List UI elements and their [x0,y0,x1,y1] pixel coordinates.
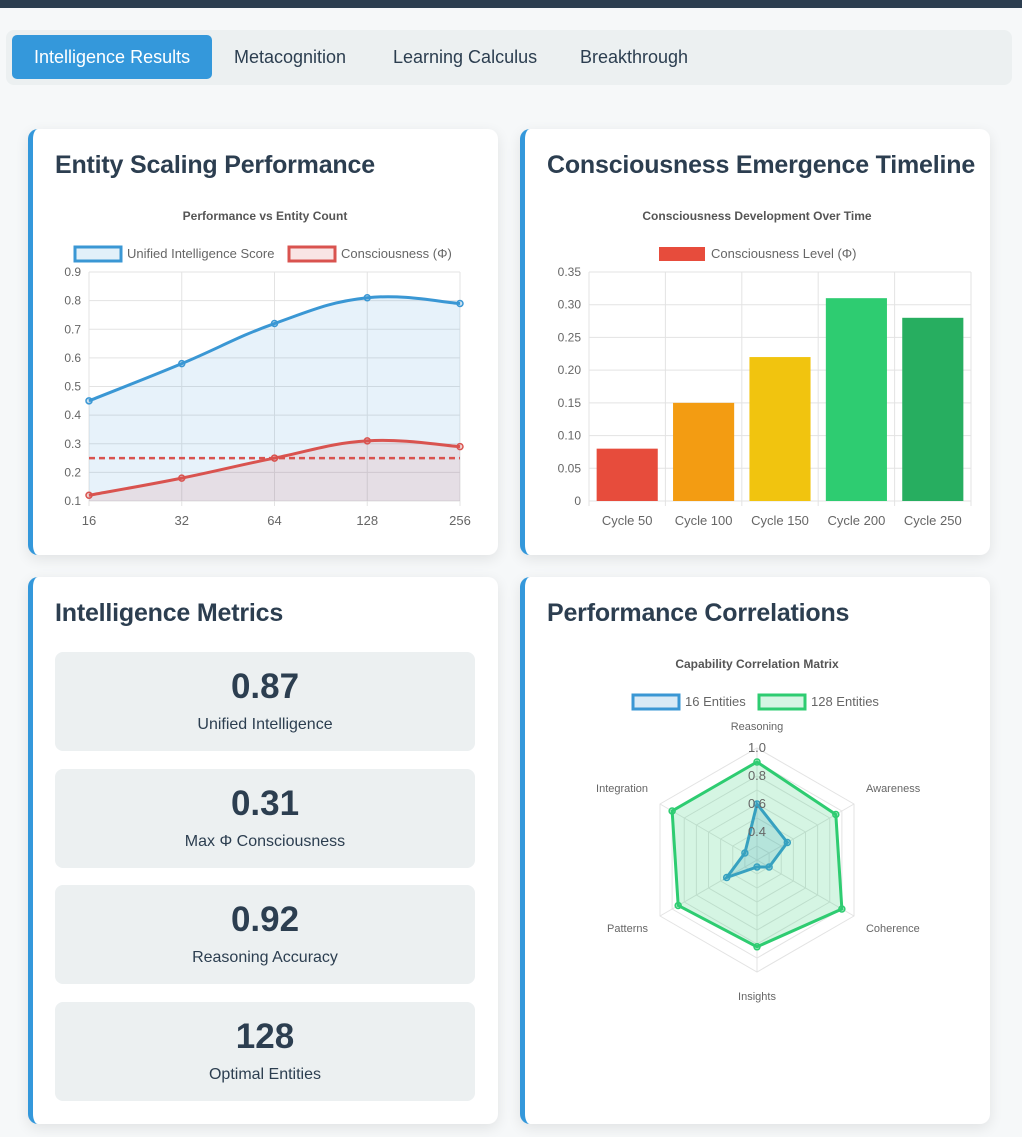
data-point [456,299,464,308]
axis-label: Integration [596,783,648,795]
radar-point [832,810,840,819]
y-tick-label: 0.05 [558,461,582,475]
tab-intelligence-results[interactable]: Intelligence Results [12,35,213,79]
metric-label: Optimal Entities [208,1066,322,1083]
legend-label: Unified Intelligence Score [127,246,274,261]
chart-title: Performance vs Entity Count [183,209,348,223]
r-tick-label: 0.6 [748,796,766,811]
y-tick-label: 0.35 [558,265,582,279]
data-point [363,437,371,445]
legend-label: Consciousness Level (Φ) [711,246,857,261]
y-tick-label: 0.6 [64,351,81,365]
x-tick-label: 32 [175,513,189,528]
r-tick-label: 0.8 [748,768,766,783]
bar [596,448,658,501]
r-tick-label: 0.4 [748,824,766,839]
bar [673,402,735,501]
y-tick-label: 0.4 [64,408,81,422]
legend-swatch [757,693,807,711]
data-point [178,359,186,368]
legend-swatch [73,245,123,263]
data-point [178,474,186,482]
data-point [85,491,93,500]
radar-point [753,943,761,951]
y-tick-label: 0.10 [558,429,582,443]
chart-title: Consciousness Development Over Time [642,209,872,223]
data-point [456,442,464,451]
x-tick-label: Cycle 50 [602,513,653,528]
data-point [270,319,279,328]
metric-label: Max Φ Consciousness [184,833,346,850]
metric-value: 0.87 [230,667,300,706]
radar-point [674,901,682,910]
x-tick-label: Cycle 200 [827,513,885,528]
legend-swatch [631,693,681,711]
tab-bar: Intelligence Results Metacognition Learn… [6,30,1012,85]
radar-chart: Capability Correlation Matrix 16 Entities… [596,657,921,1003]
metric-label: Unified Intelligence [197,716,333,733]
y-tick-label: 0.8 [64,294,81,308]
radar-point [668,807,676,815]
data-point [363,294,371,302]
data-point [85,397,93,405]
axis-label: Insights [738,991,776,1003]
x-tick-label: Cycle 250 [904,513,962,528]
legend-label: Consciousness (Φ) [341,246,452,261]
axis-label: Coherence [866,923,920,935]
top-bar [0,0,1022,8]
metric-label: Reasoning Accuracy [192,949,338,966]
metric-unified-intelligence: 0.87 Unified Intelligence [55,652,475,751]
chart-title: Capability Correlation Matrix [675,657,839,671]
x-tick-label: Cycle 150 [751,513,809,528]
y-tick-label: 0.30 [558,298,582,312]
y-tick-label: 0.20 [558,363,582,377]
metric-value: 0.92 [230,900,300,939]
x-tick-label: 64 [267,513,281,528]
tab-breakthrough[interactable]: Breakthrough [558,35,710,79]
x-tick-label: Cycle 100 [675,513,733,528]
y-tick-label: 0.15 [558,396,582,410]
radar-point [753,758,761,766]
metric-value: 128 [235,1017,295,1056]
legend-swatch [659,247,705,261]
y-tick-label: 0.25 [558,330,582,344]
metric-value: 0.31 [230,784,300,823]
y-tick-label: 0.7 [64,322,81,336]
legend-label: 128 Entities [811,694,879,709]
metric-max-consciousness: 0.31 Max Φ Consciousness [55,769,475,868]
y-tick-label: 0.2 [64,465,81,479]
legend-label: 16 Entities [685,694,746,709]
performance-correlations-card: Performance Correlations Capability Corr… [520,577,990,1124]
bar [825,298,887,501]
r-tick-label: 1.0 [748,740,766,755]
axis-label: Reasoning [731,721,784,733]
x-tick-label: 256 [449,513,471,528]
y-tick-label: 0.1 [64,494,81,508]
card-title: Intelligence Metrics [55,599,284,627]
y-tick-label: 0.9 [64,265,81,279]
x-tick-label: 128 [356,513,378,528]
bar [749,357,811,501]
legend-swatch [287,245,337,263]
line-chart: Performance vs Entity Count Unified Intel… [64,209,471,528]
y-tick-label: 0.3 [64,437,81,451]
axis-label: Patterns [607,923,648,935]
consciousness-timeline-card: Consciousness Emergence Timeline Conscio… [520,129,990,555]
radar-point [838,905,846,913]
radar-series [670,760,844,949]
bar [902,317,964,501]
tab-metacognition[interactable]: Metacognition [212,35,368,79]
y-tick-label: 0.5 [64,380,81,394]
entity-scaling-card: Entity Scaling Performance Performance v… [28,129,498,555]
tab-learning-calculus[interactable]: Learning Calculus [371,35,559,79]
metric-optimal-entities: 128 Optimal Entities [55,1002,475,1101]
axis-label: Awareness [866,783,921,795]
x-tick-label: 16 [82,513,96,528]
intelligence-metrics-card: Intelligence Metrics 0.87 Unified Intell… [28,577,498,1124]
y-tick-label: 0 [574,494,581,508]
bar-chart: Consciousness Development Over Time Consc… [558,209,972,528]
metric-reasoning-accuracy: 0.92 Reasoning Accuracy [55,885,475,984]
